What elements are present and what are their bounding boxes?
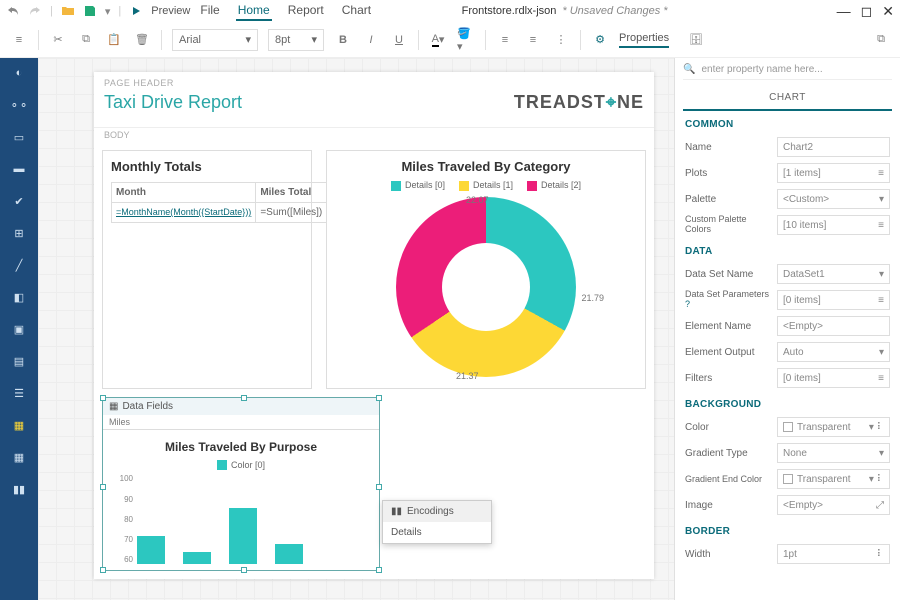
help-icon[interactable]: ?: [685, 299, 690, 309]
tab-home[interactable]: Home: [236, 1, 272, 21]
donut-chart: [396, 197, 576, 377]
prop-gradient-end[interactable]: Transparent▾ ⠇: [777, 469, 890, 489]
body-label: BODY: [94, 127, 654, 142]
details-item[interactable]: Details: [383, 522, 491, 543]
prop-plots[interactable]: [1 items]≡: [777, 163, 890, 183]
prop-bg-color[interactable]: Transparent▾ ⠇: [777, 417, 890, 437]
chart-section-header: CHART: [683, 86, 892, 111]
more-icon[interactable]: ⋮: [552, 31, 570, 49]
open-icon[interactable]: [61, 4, 75, 18]
bar-chart-widget[interactable]: ▦Data Fields Miles Miles Traveled By Pur…: [102, 397, 380, 572]
tab-chart[interactable]: Chart: [340, 1, 373, 21]
encodings-item[interactable]: ▮▮Encodings: [383, 501, 491, 522]
prop-gradient-type[interactable]: None▾: [777, 443, 890, 463]
page-header-label: PAGE HEADER: [104, 78, 644, 88]
prop-border-width[interactable]: 1pt⠇: [777, 544, 890, 564]
unsaved-indicator: * Unsaved Changes *: [562, 5, 667, 17]
ribbon-toolbar: ≡ ✂ ⧉ 📋 🗑 Arial▾ 8pt▾ B I U A▾ 🪣▾ ≡ ≡ ⋮ …: [0, 22, 900, 58]
matrix-icon[interactable]: ▦: [10, 448, 28, 466]
prop-element-name[interactable]: <Empty>: [777, 316, 890, 336]
bar-chart: 10090807060: [109, 474, 373, 564]
shape-icon[interactable]: ◧: [10, 288, 28, 306]
design-canvas[interactable]: PAGE HEADER Taxi Drive Report TREADST⌖NE…: [38, 58, 674, 600]
undo-icon[interactable]: [6, 4, 20, 18]
text-tool-icon[interactable]: ▤: [10, 352, 28, 370]
panel-toggle-icon[interactable]: ⧉: [872, 31, 890, 49]
section-common: COMMON: [675, 111, 900, 134]
maximize-icon[interactable]: ◻: [861, 3, 873, 20]
align-left-icon[interactable]: ≡: [496, 31, 514, 49]
expr-month[interactable]: =MonthName(Month({StartDate})): [116, 207, 251, 217]
chart-tool-icon[interactable]: ▮▮: [10, 480, 28, 498]
minimize-icon[interactable]: —: [837, 3, 851, 20]
section-data: DATA: [675, 238, 900, 261]
property-search[interactable]: 🔍 enter property name here...: [683, 64, 892, 80]
prop-element-output[interactable]: Auto▾: [777, 342, 890, 362]
monthly-totals-widget[interactable]: Monthly Totals MonthMiles TotalRides Tot…: [102, 150, 312, 389]
document-name: Frontstore.rdlx-json: [462, 5, 557, 17]
encodings-popup: ▮▮Encodings Details: [382, 500, 492, 544]
donut-title: Miles Traveled By Category: [335, 159, 637, 174]
container-icon[interactable]: ▭: [10, 128, 28, 146]
prop-dataset-params[interactable]: [0 items]≡: [777, 290, 890, 310]
bar-title: Miles Traveled By Purpose: [109, 440, 373, 454]
delete-icon[interactable]: 🗑: [133, 31, 151, 49]
prop-custom-palette[interactable]: [10 items]≡: [777, 215, 890, 235]
report-page: PAGE HEADER Taxi Drive Report TREADST⌖NE…: [94, 72, 654, 579]
save-icon[interactable]: [83, 4, 97, 18]
line-icon[interactable]: ╱: [10, 256, 28, 274]
donut-chart-widget[interactable]: Miles Traveled By Category Details [0] D…: [326, 150, 646, 389]
window-titlebar: | ▾ | Preview File Home Report Chart Fro…: [0, 0, 900, 22]
expr-miles: =Sum([Miles]): [256, 203, 327, 223]
donut-legend: Details [0] Details [1] Details [2]: [335, 180, 637, 191]
tool-rail: ◐ ⚬⚬ ▭ ▬ ✔ ⊞ ╱ ◧ ▣ ▤ ☰ ▦ ▦ ▮▮: [0, 58, 38, 600]
brand-logo: TREADST⌖NE: [514, 92, 644, 113]
tab-file[interactable]: File: [198, 1, 221, 21]
bar-legend: Color [0]: [109, 460, 373, 471]
prop-palette[interactable]: <Custom>▾: [777, 189, 890, 209]
redo-icon[interactable]: [28, 4, 42, 18]
prop-image[interactable]: <Empty>⤢: [777, 495, 890, 515]
list-icon[interactable]: ☰: [10, 384, 28, 402]
close-icon[interactable]: ✕: [882, 3, 894, 20]
italic-icon[interactable]: I: [362, 31, 380, 49]
properties-tab[interactable]: Properties: [619, 32, 669, 48]
bold-icon[interactable]: B: [334, 31, 352, 49]
image-tool-icon[interactable]: ▣: [10, 320, 28, 338]
paste-icon[interactable]: 📋: [105, 31, 123, 49]
settings-icon[interactable]: ⚙: [591, 31, 609, 49]
fields-icon: ▦: [109, 401, 118, 412]
check-icon[interactable]: ✔: [10, 192, 28, 210]
preview-button[interactable]: Preview: [151, 5, 190, 17]
prop-name-input[interactable]: Chart2: [777, 137, 890, 157]
data-field-item[interactable]: Miles: [103, 415, 379, 430]
font-family-select[interactable]: Arial▾: [172, 29, 258, 51]
hierarchy-icon[interactable]: ⚬⚬: [10, 96, 28, 114]
align-center-icon[interactable]: ≡: [524, 31, 542, 49]
rect-icon[interactable]: ▬: [10, 160, 28, 178]
section-background: BACKGROUND: [675, 391, 900, 414]
play-icon[interactable]: [129, 4, 143, 18]
encodings-icon: ▮▮: [391, 506, 402, 517]
database-icon[interactable]: 🗄: [687, 31, 705, 49]
report-title[interactable]: Taxi Drive Report: [104, 92, 242, 113]
prop-dataset-name[interactable]: DataSet1▾: [777, 264, 890, 284]
prop-filters[interactable]: [0 items]≡: [777, 368, 890, 388]
properties-panel: 🔍 enter property name here... CHART COMM…: [674, 58, 900, 600]
cut-icon[interactable]: ✂: [49, 31, 67, 49]
font-size-select[interactable]: 8pt▾: [268, 29, 324, 51]
menu-icon[interactable]: ≡: [10, 31, 28, 49]
cursor-tool-icon[interactable]: ◐: [10, 64, 28, 82]
search-icon: 🔍: [683, 64, 695, 75]
copy-icon[interactable]: ⧉: [77, 31, 95, 49]
fill-color-icon[interactable]: 🪣▾: [457, 31, 475, 49]
section-border: BORDER: [675, 518, 900, 541]
table-tool-icon[interactable]: ▦: [10, 416, 28, 434]
tab-report[interactable]: Report: [286, 1, 326, 21]
font-color-icon[interactable]: A▾: [429, 31, 447, 49]
underline-icon[interactable]: U: [390, 31, 408, 49]
monthly-title: Monthly Totals: [111, 159, 303, 174]
grid-icon[interactable]: ⊞: [10, 224, 28, 242]
